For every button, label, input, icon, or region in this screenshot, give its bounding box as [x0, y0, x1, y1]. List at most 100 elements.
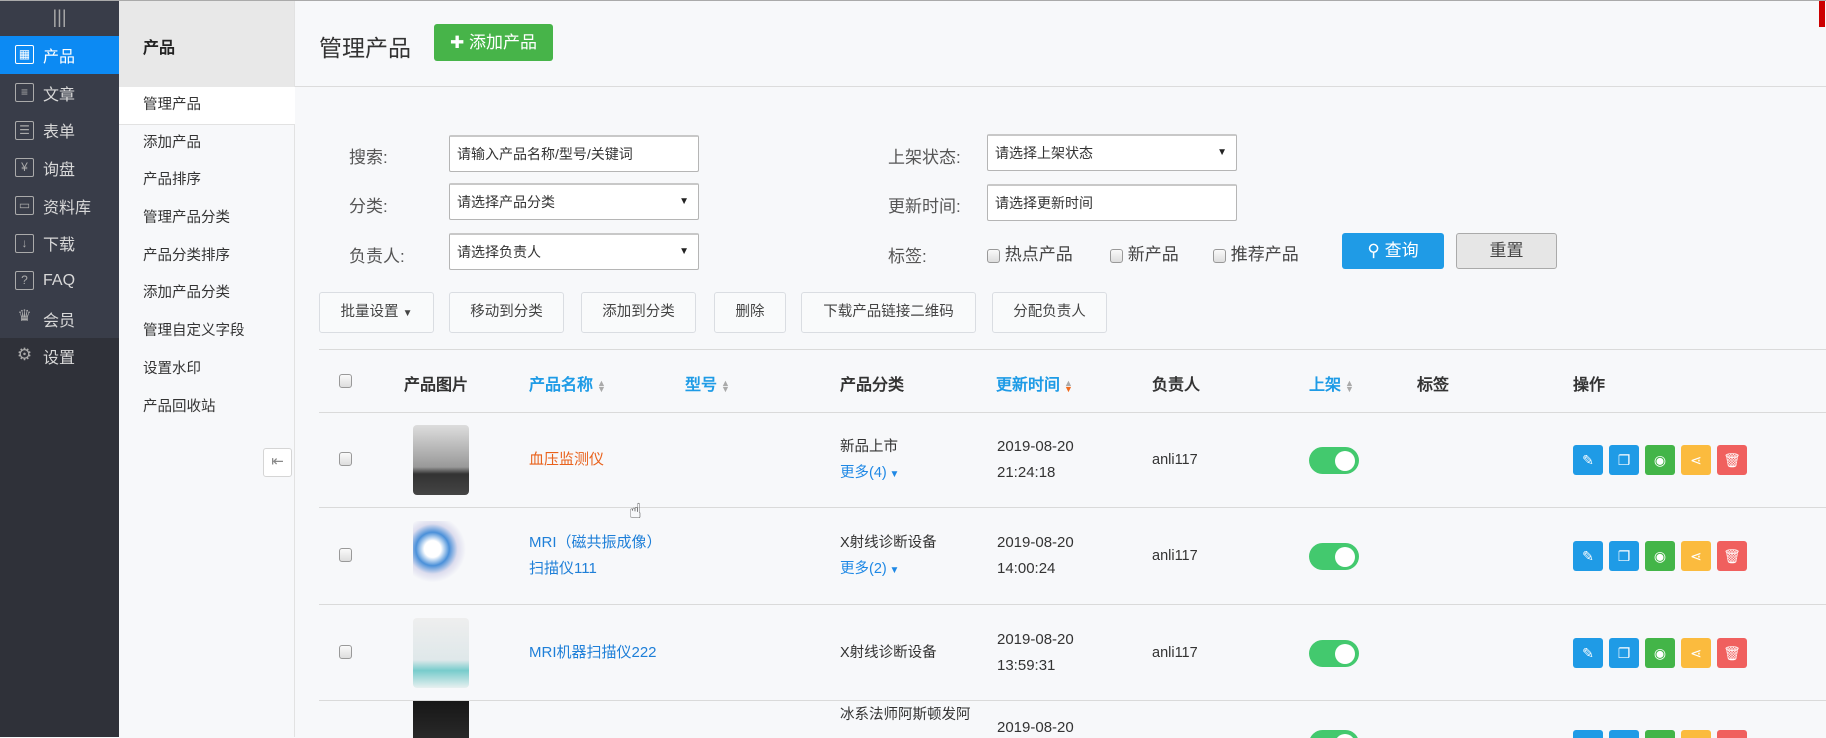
- subnav-item[interactable]: 管理产品分类: [119, 200, 294, 238]
- online-toggle[interactable]: [1309, 447, 1359, 474]
- subnav-item[interactable]: 产品分类排序: [119, 238, 294, 276]
- delete-icon[interactable]: 🗑: [1717, 541, 1747, 572]
- product-image[interactable]: [413, 617, 469, 688]
- tag-new-checkbox[interactable]: 新产品: [1110, 240, 1179, 265]
- dropdown-arrow-icon: ▼: [679, 246, 689, 257]
- copy-icon[interactable]: ❐: [1609, 541, 1639, 572]
- edit-icon[interactable]: ✎: [1573, 541, 1603, 572]
- delete-icon[interactable]: 🗑: [1717, 445, 1747, 475]
- form-icon: ☰: [15, 120, 34, 140]
- nav-label: 资料库: [43, 199, 92, 217]
- product-image[interactable]: [413, 700, 469, 738]
- sort-icon[interactable]: ▲ ▼: [721, 378, 730, 393]
- view-icon[interactable]: ◉: [1645, 637, 1675, 668]
- product-name-link[interactable]: 血压监测仪: [529, 447, 604, 473]
- edit-icon[interactable]: ✎: [1573, 637, 1603, 668]
- tag-label: 新产品: [1127, 245, 1179, 264]
- checkbox[interactable]: [987, 248, 1000, 263]
- subnav-item[interactable]: 添加产品分类: [119, 275, 294, 313]
- add-product-button[interactable]: ✚ 添加产品: [434, 24, 553, 61]
- add-product-label: 添加产品: [468, 33, 537, 52]
- copy-icon[interactable]: ❐: [1609, 637, 1639, 668]
- search-label: 搜索:: [349, 148, 388, 167]
- download-qrcode-button[interactable]: 下载产品链接二维码: [801, 292, 976, 333]
- row-checkbox[interactable]: [339, 644, 352, 659]
- col-online[interactable]: 上架 ▲ ▼: [1309, 371, 1354, 395]
- table-row: 血压监测仪 新品上市 更多(4) ▼ 2019-08-20 21:24:18 anli11…: [0, 412, 1826, 508]
- nav-label: 文章: [43, 86, 76, 104]
- updated-time: 2019-08-20 14:00:24: [997, 534, 1074, 578]
- col-model[interactable]: 型号 ▲ ▼: [685, 371, 730, 395]
- nav-item-settings[interactable]: ⚙ 设置: [0, 338, 119, 376]
- nav-item-download[interactable]: ↓ 下载: [0, 224, 119, 262]
- product-name-link[interactable]: MRI机器扫描仪222: [529, 640, 657, 666]
- edit-icon[interactable]: ✎: [1573, 445, 1603, 475]
- query-button[interactable]: ⚲ 查询: [1342, 233, 1444, 269]
- share-icon[interactable]: ⋖: [1681, 541, 1711, 572]
- table-row: MRI机器扫描仪222 X射线诊断设备 2019-08-20 13:59:31 anli…: [0, 605, 1826, 701]
- select-all-checkbox[interactable]: [339, 374, 352, 388]
- status-label: 上架状态:: [888, 148, 961, 167]
- more-categories-link[interactable]: 更多(4) ▼: [840, 460, 899, 488]
- subnav-item[interactable]: 产品排序: [119, 162, 294, 200]
- nav-item-form[interactable]: ☰ 表单: [0, 111, 119, 149]
- online-toggle[interactable]: [1309, 543, 1359, 571]
- sort-icon[interactable]: ▲ ▼: [597, 378, 606, 393]
- search-input[interactable]: 请输入产品名称/型号/关键词: [449, 135, 699, 172]
- share-icon[interactable]: ⋖: [1681, 637, 1711, 668]
- category-select[interactable]: 请选择产品分类 ▼: [449, 183, 699, 220]
- subnav-item[interactable]: 添加产品: [119, 125, 294, 163]
- more-categories-link[interactable]: 更多(2) ▼: [840, 556, 937, 584]
- col-name[interactable]: 产品名称 ▲ ▼: [529, 371, 606, 395]
- menu-toggle-icon[interactable]: |||: [0, 1, 119, 36]
- delete-button[interactable]: 删除: [714, 292, 786, 333]
- batch-settings-button[interactable]: 批量设置 ▼: [319, 292, 434, 333]
- product-category: X射线诊断设备: [840, 644, 937, 661]
- view-icon[interactable]: ◉: [1645, 445, 1675, 475]
- subnav-item[interactable]: 设置水印: [119, 351, 294, 389]
- nav-label: 询盘: [43, 161, 76, 179]
- col-category: 产品分类: [840, 377, 905, 394]
- product-name-link[interactable]: MRI（磁共振成像） 扫描仪111: [529, 530, 662, 582]
- reset-button[interactable]: 重置: [1456, 233, 1557, 269]
- nav-item-product[interactable]: ▦ 产品: [0, 36, 119, 74]
- subnav-item[interactable]: 管理自定义字段: [119, 313, 294, 351]
- time-input[interactable]: 请选择更新时间: [987, 184, 1237, 221]
- checkbox[interactable]: [1213, 248, 1226, 263]
- online-toggle[interactable]: [1309, 639, 1359, 667]
- query-label: 查询: [1384, 241, 1419, 260]
- col-ops: 操作: [1573, 377, 1606, 394]
- owner: anli117: [1152, 452, 1198, 468]
- nav-item-article[interactable]: ≡ 文章: [0, 74, 119, 112]
- sort-desc-icon[interactable]: ▲ ▼: [1064, 378, 1073, 393]
- copy-icon[interactable]: ❐: [1609, 445, 1639, 475]
- sort-icon[interactable]: ▲ ▼: [1345, 378, 1354, 393]
- checkbox[interactable]: [1110, 248, 1123, 263]
- tag-recommended-checkbox[interactable]: 推荐产品: [1213, 240, 1299, 265]
- delete-icon[interactable]: 🗑: [1717, 637, 1747, 668]
- table-row: MRI（磁共振成像） 扫描仪111 X射线诊断设备 更多(2) ▼ 2019-08-20…: [0, 508, 1826, 604]
- nav-item-member[interactable]: ♛ 会员: [0, 300, 119, 338]
- nav-item-inquiry[interactable]: ¥ 询盘: [0, 149, 119, 187]
- owner-select[interactable]: 请选择负责人 ▼: [449, 233, 699, 270]
- add-to-category-button[interactable]: 添加到分类: [581, 292, 696, 333]
- product-category: X射线诊断设备 更多(2) ▼: [840, 530, 937, 584]
- product-image[interactable]: [413, 425, 469, 495]
- nav-label: FAQ: [43, 271, 76, 289]
- row-checkbox[interactable]: [339, 452, 352, 466]
- row-checkbox[interactable]: [339, 548, 352, 563]
- tags-label: 标签:: [888, 247, 927, 266]
- nav-item-database[interactable]: ▭ 资料库: [0, 187, 119, 225]
- col-updated-label: 更新时间: [996, 377, 1061, 394]
- assign-owner-button[interactable]: 分配负责人: [992, 292, 1107, 333]
- status-select[interactable]: 请选择上架状态 ▼: [987, 134, 1237, 171]
- tag-hot-checkbox[interactable]: 热点产品: [987, 240, 1073, 265]
- share-icon[interactable]: ⋖: [1681, 445, 1711, 475]
- nav-item-faq[interactable]: ? FAQ: [0, 262, 119, 300]
- col-updated[interactable]: 更新时间 ▲ ▼: [996, 371, 1073, 395]
- move-to-category-button[interactable]: 移动到分类: [449, 292, 564, 333]
- product-image[interactable]: [413, 521, 469, 592]
- updated-time: 2019-08-20: [997, 718, 1074, 736]
- view-icon[interactable]: ◉: [1645, 541, 1675, 572]
- subnav-item[interactable]: 管理产品: [119, 87, 295, 125]
